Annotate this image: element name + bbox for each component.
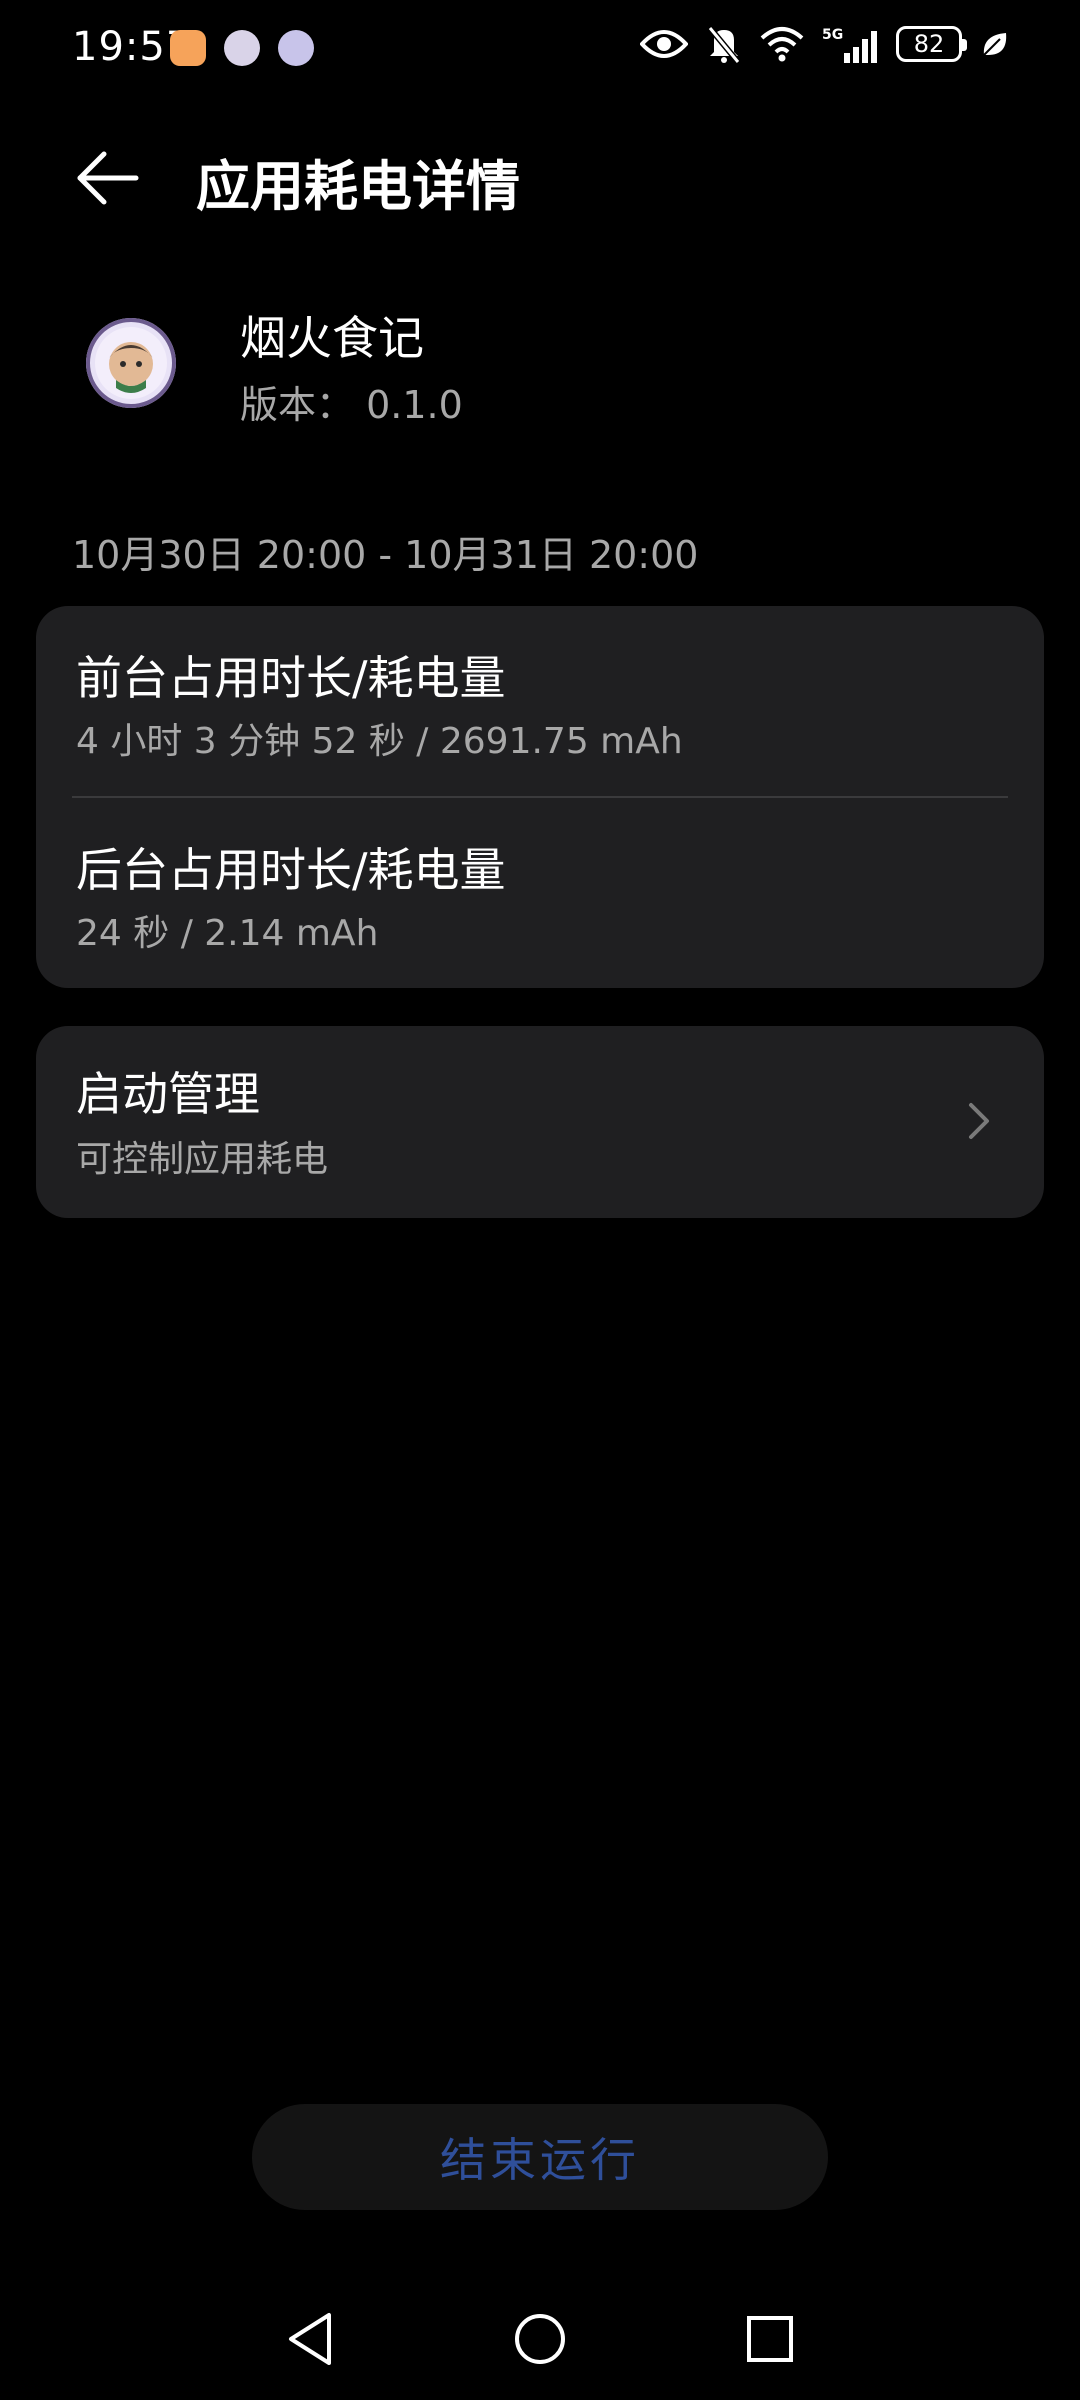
- app-icon: [86, 318, 176, 408]
- app-notification-icon: [224, 30, 260, 66]
- background-usage-row: 后台占用时长/耗电量 24 秒 / 2.14 mAh: [36, 798, 1044, 988]
- nav-back-button[interactable]: [275, 2306, 345, 2376]
- notification-icons: [170, 30, 314, 66]
- background-usage-title: 后台占用时长/耗电量: [76, 843, 506, 897]
- startup-management-item[interactable]: 启动管理 可控制应用耗电: [36, 1026, 1044, 1218]
- foreground-usage-row: 前台占用时长/耗电量 4 小时 3 分钟 52 秒 / 2691.75 mAh: [36, 606, 1044, 798]
- nav-home-button[interactable]: [505, 2306, 575, 2376]
- wifi-icon: [760, 26, 804, 62]
- header: 应用耗电详情: [0, 120, 1080, 230]
- app-version: 版本： 0.1.0: [240, 383, 463, 427]
- app-info: 烟火食记 版本： 0.1.0: [0, 290, 1080, 450]
- foreground-usage-title: 前台占用时长/耗电量: [76, 651, 506, 705]
- signal-5g-icon: 5G: [822, 25, 878, 63]
- startup-management-title: 启动管理: [76, 1067, 260, 1121]
- date-range: 10月30日 20:00 - 10月31日 20:00: [72, 533, 699, 577]
- app-name: 烟火食记: [240, 311, 424, 365]
- back-button[interactable]: [66, 138, 150, 222]
- end-running-button[interactable]: 结束运行: [252, 2104, 828, 2210]
- usage-card: 前台占用时长/耗电量 4 小时 3 分钟 52 秒 / 2691.75 mAh …: [36, 606, 1044, 988]
- status-indicators: 5G 82: [640, 24, 1010, 64]
- battery-icon: 82: [896, 26, 967, 62]
- eye-comfort-icon: [640, 26, 688, 62]
- arrow-left-icon: [76, 151, 140, 209]
- nav-recents-button[interactable]: [735, 2306, 805, 2376]
- chevron-right-icon: [954, 1096, 1004, 1146]
- page-title: 应用耗电详情: [196, 155, 520, 218]
- foreground-usage-detail: 4 小时 3 分钟 52 秒 / 2691.75 mAh: [76, 721, 683, 762]
- mute-bell-icon: [706, 24, 742, 64]
- status-bar: 19:57 5G 82: [0, 0, 1080, 100]
- battery-level: 82: [913, 30, 945, 58]
- leaf-icon: [980, 29, 1010, 59]
- background-usage-detail: 24 秒 / 2.14 mAh: [76, 913, 379, 954]
- startup-management-subtitle: 可控制应用耗电: [76, 1139, 329, 1180]
- circle-home-icon: [512, 2311, 568, 2371]
- triangle-back-icon: [285, 2311, 335, 2371]
- app-notification-icon: [170, 30, 206, 66]
- app-notification-icon: [278, 30, 314, 66]
- svg-text:5G: 5G: [822, 27, 843, 43]
- navigation-bar: [0, 2280, 1080, 2400]
- square-recents-icon: [745, 2314, 795, 2368]
